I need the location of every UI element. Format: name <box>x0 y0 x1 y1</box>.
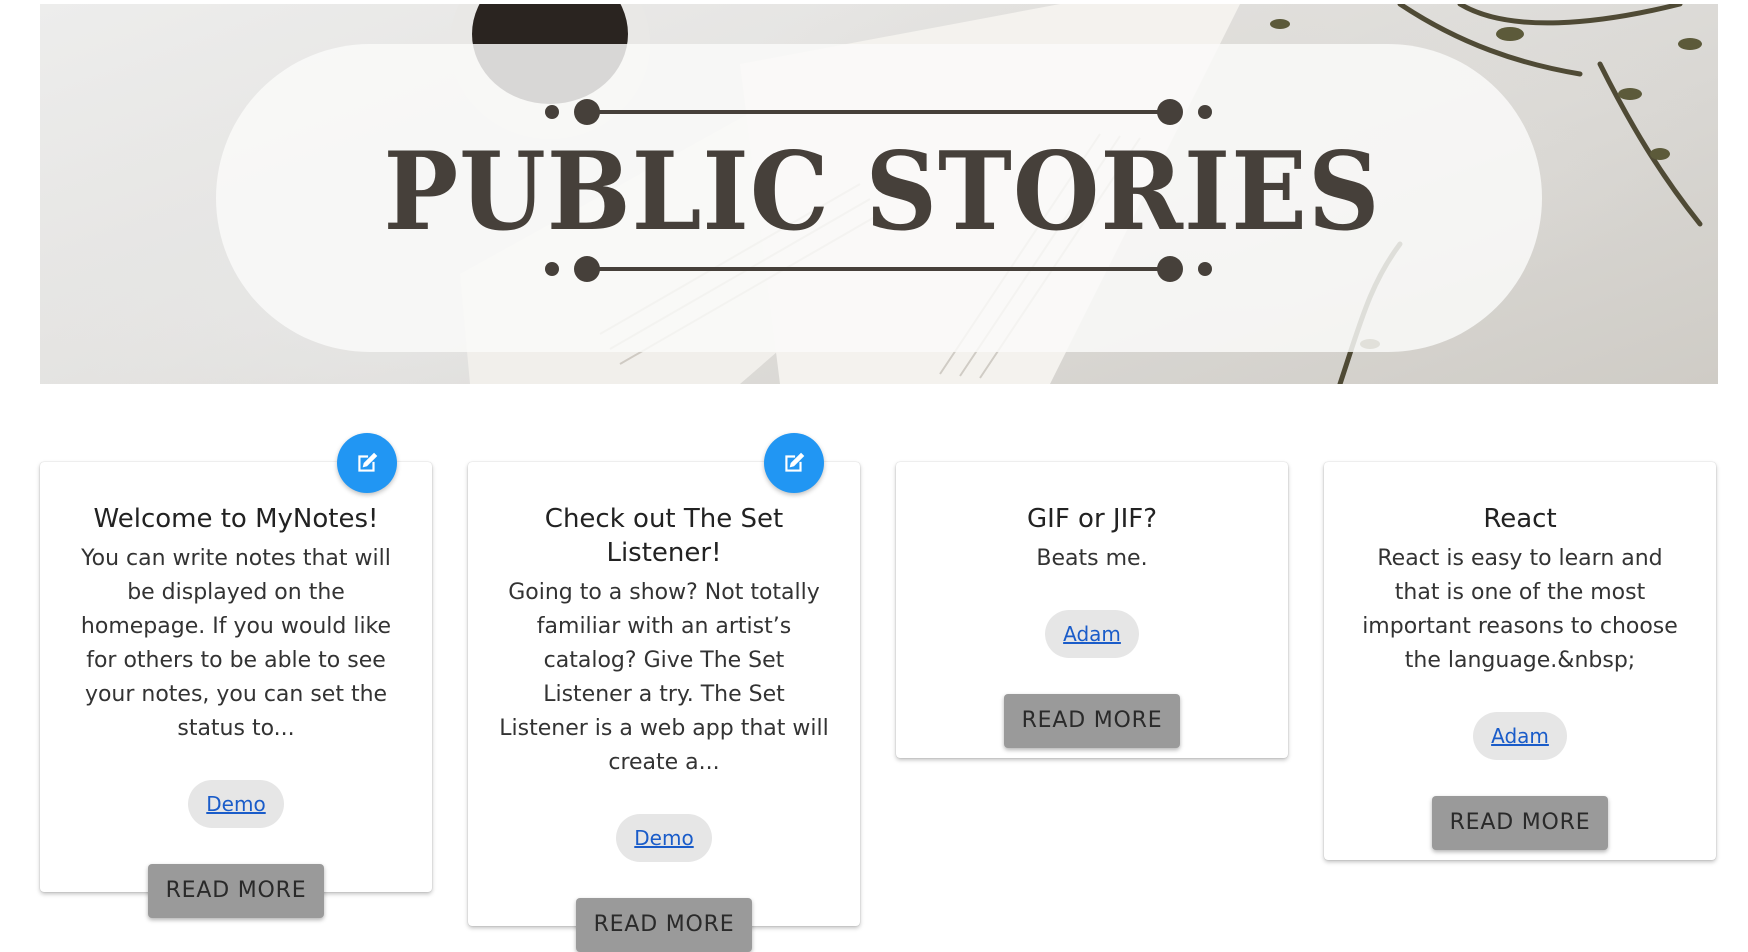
story-excerpt: Beats me. <box>1036 546 1148 571</box>
hero-banner: PUBLIC STORIES <box>40 4 1718 384</box>
page-title: PUBLIC STORIES <box>383 129 1381 255</box>
story-title: Welcome to MyNotes! <box>93 504 379 534</box>
ornament-divider-bottom <box>545 256 1212 282</box>
story-title: Check out The Set Listener! <box>544 504 784 568</box>
author-chip[interactable]: Adam <box>1473 712 1567 760</box>
story-excerpt: React is easy to learn and that is one o… <box>1362 546 1678 673</box>
story-card: React React is easy to learn and that is… <box>1324 462 1716 860</box>
story-card: GIF or JIF? Beats me. Adam READ MORE <box>896 462 1288 758</box>
read-more-button[interactable]: READ MORE <box>1003 694 1181 748</box>
story-excerpt: Going to a show? Not totally familiar wi… <box>499 580 829 775</box>
story-card: Check out The Set Listener! Going to a s… <box>468 462 860 952</box>
read-more-button[interactable]: READ MORE <box>1431 796 1609 850</box>
author-chip[interactable]: Demo <box>616 814 712 862</box>
author-chip[interactable]: Adam <box>1045 610 1139 658</box>
ornament-divider-top <box>545 99 1212 125</box>
story-title: React <box>1483 504 1557 534</box>
story-excerpt: You can write notes that will be display… <box>80 546 392 741</box>
story-card: Welcome to MyNotes! You can write notes … <box>40 462 432 918</box>
author-chip[interactable]: Demo <box>188 780 284 828</box>
story-title: GIF or JIF? <box>1027 504 1157 534</box>
read-more-button[interactable]: READ MORE <box>575 898 753 952</box>
read-more-button[interactable]: READ MORE <box>147 864 325 918</box>
